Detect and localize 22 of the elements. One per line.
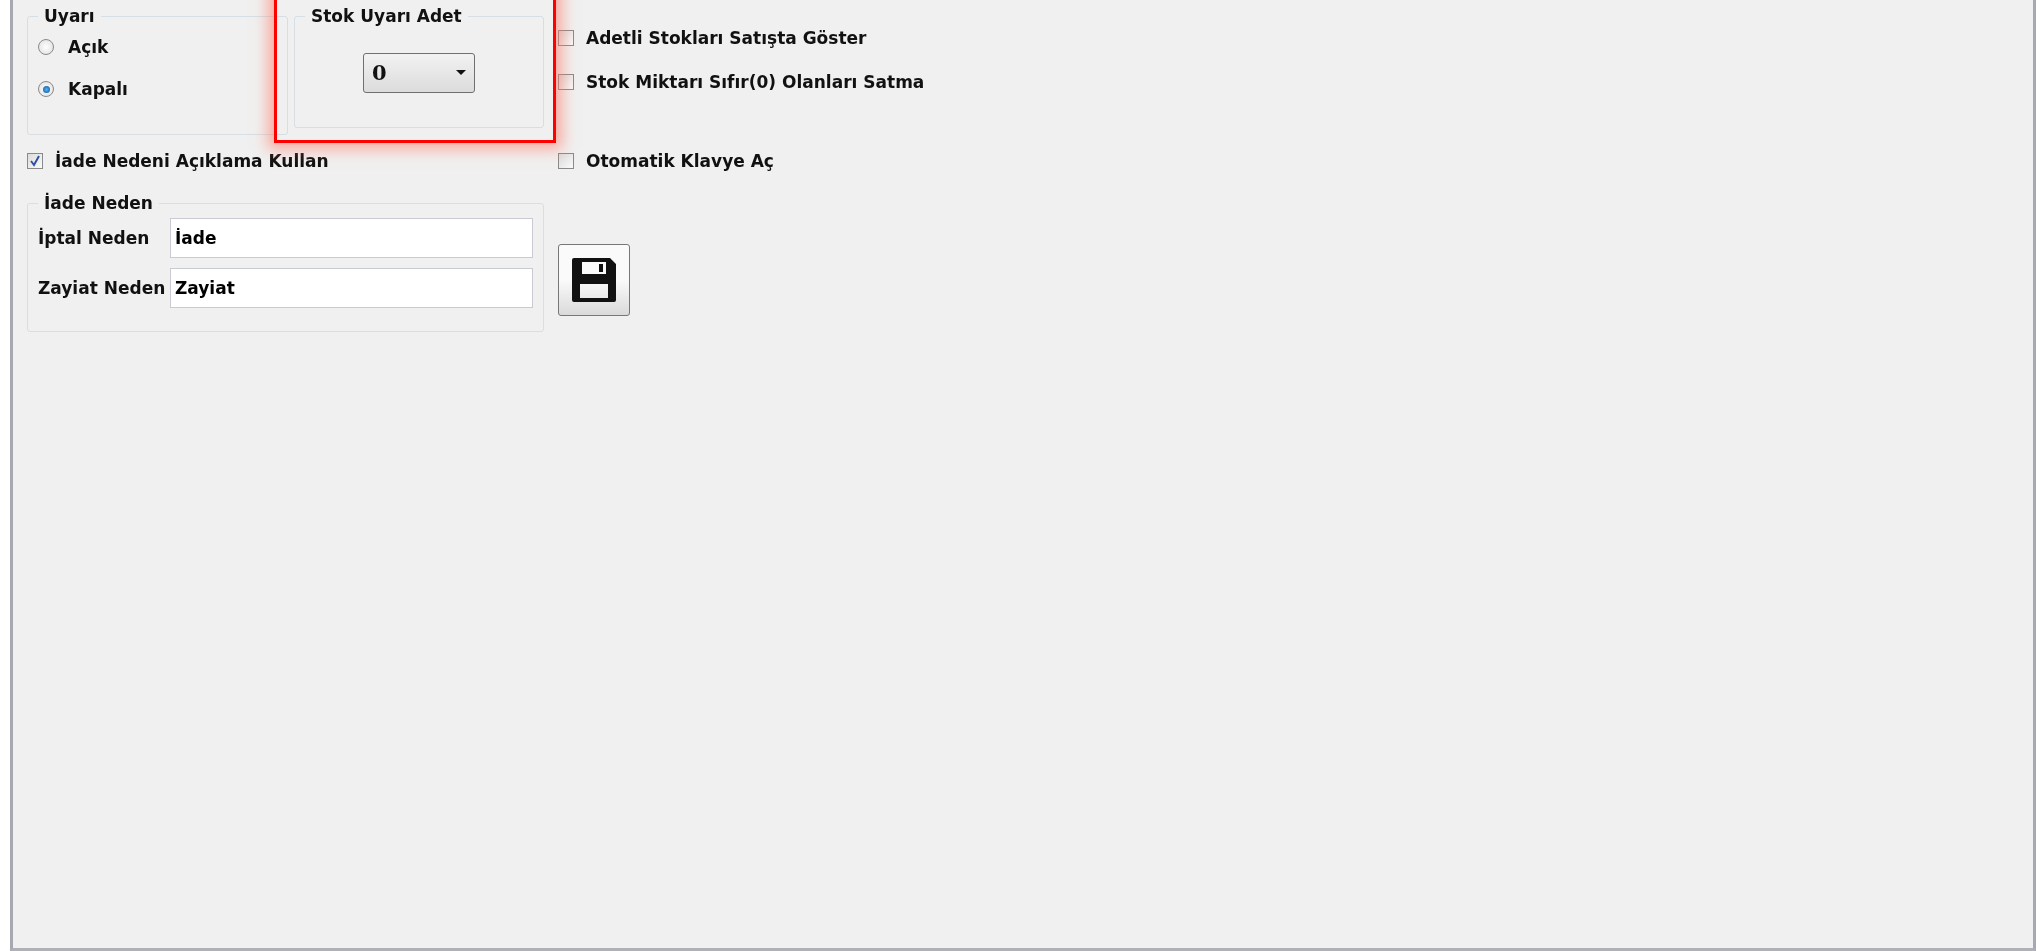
checkbox[interactable]: [27, 153, 43, 169]
checkbox[interactable]: [558, 153, 574, 169]
field-label: İptal Neden: [38, 228, 151, 248]
input-field[interactable]: Zayiat: [170, 268, 533, 308]
group-title: Uyarı: [43, 6, 96, 26]
group-title: İade Neden: [43, 193, 154, 213]
input-field[interactable]: İade: [170, 218, 533, 258]
radio-button[interactable]: [38, 39, 54, 55]
caret-icon: [456, 70, 466, 75]
checkbox[interactable]: [558, 74, 574, 90]
quantity-dropdown[interactable]: 0: [363, 52, 475, 93]
radio-label: Kapalı: [68, 79, 128, 99]
checkbox-label: Stok Miktarı Sıfır(0) Olanları Satma: [586, 72, 925, 92]
radio-button[interactable]: [38, 81, 54, 97]
radio-label: Açık: [68, 37, 109, 57]
save-button[interactable]: [558, 244, 630, 316]
field-label: Zayiat Neden: [38, 278, 167, 298]
checkbox-label: İade Nedeni Açıklama Kullan: [55, 151, 329, 171]
checkbox[interactable]: [558, 30, 574, 46]
checkbox-label: Otomatik Klavye Aç: [586, 151, 774, 171]
group-title: Stok Uyarı Adet: [310, 6, 463, 26]
checkbox-label: Adetli Stokları Satışta Göster: [586, 28, 867, 48]
